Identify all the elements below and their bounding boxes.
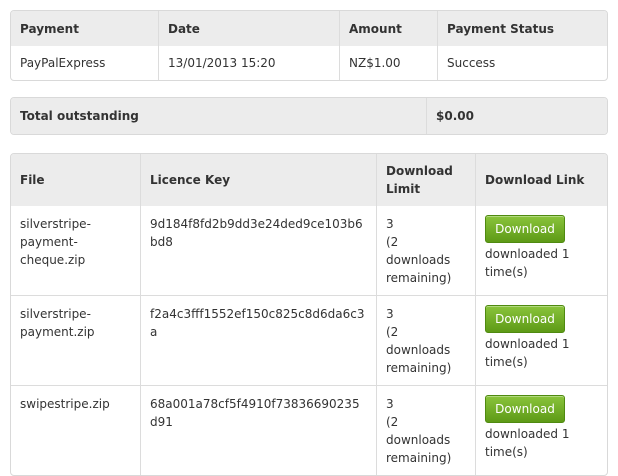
download-limit-count: 3 <box>386 397 394 411</box>
file-name: silverstripe-payment-cheque.zip <box>11 206 141 296</box>
downloads-header-row: File Licence Key Download Limit Download… <box>11 154 607 206</box>
payment-status-column-header: Payment Status <box>438 11 607 46</box>
payment-row: PayPalExpress 13/01/2013 15:20 NZ$1.00 S… <box>11 46 607 80</box>
licence-key: 68a001a78cf5f4910f73836690235d91 <box>141 386 377 475</box>
downloads-table: File Licence Key Download Limit Download… <box>10 153 608 476</box>
download-limit-count: 3 <box>386 217 394 231</box>
download-row: swipestripe.zip 68a001a78cf5f4910f738366… <box>11 386 607 475</box>
payment-header-row: Payment Date Amount Payment Status <box>11 11 607 46</box>
total-outstanding-label: Total outstanding <box>11 98 427 134</box>
download-limit: 3 (2 downloads remaining) <box>377 296 476 386</box>
file-name: swipestripe.zip <box>11 386 141 475</box>
total-outstanding-table: Total outstanding $0.00 <box>10 97 608 135</box>
download-link: Download downloaded 1 time(s) <box>476 206 607 296</box>
total-outstanding-value: $0.00 <box>427 98 607 134</box>
file-name: silverstripe-payment.zip <box>11 296 141 386</box>
payment-amount: NZ$1.00 <box>340 46 438 80</box>
download-row: silverstripe-payment.zip f2a4c3fff1552ef… <box>11 296 607 386</box>
licence-key: 9d184f8fd2b9dd3e24ded9ce103b6bd8 <box>141 206 377 296</box>
payment-method: PayPalExpress <box>11 46 159 80</box>
download-limit-count: 3 <box>386 307 394 321</box>
download-button[interactable]: Download <box>485 395 565 423</box>
download-count: downloaded 1 time(s) <box>485 247 570 279</box>
download-link-column-header: Download Link <box>476 154 607 206</box>
total-outstanding-row: Total outstanding $0.00 <box>11 98 607 134</box>
download-limit: 3 (2 downloads remaining) <box>377 386 476 475</box>
payment-status: Success <box>447 56 496 70</box>
amount-column-header: Amount <box>340 11 438 46</box>
payment-column-header: Payment <box>11 11 159 46</box>
payment-date: 13/01/2013 15:20 <box>159 46 340 80</box>
payment-table: Payment Date Amount Payment Status PayPa… <box>10 10 608 81</box>
download-count: downloaded 1 time(s) <box>485 337 570 369</box>
download-row: silverstripe-payment-cheque.zip 9d184f8f… <box>11 206 607 296</box>
download-button[interactable]: Download <box>485 305 565 333</box>
licence-key: f2a4c3fff1552ef150c825c8d6da6c3a <box>141 296 377 386</box>
date-column-header: Date <box>159 11 340 46</box>
download-limit-column-header: Download Limit <box>377 154 476 206</box>
download-count: downloaded 1 time(s) <box>485 427 570 459</box>
download-link: Download downloaded 1 time(s) <box>476 386 607 475</box>
downloads-remaining: (2 downloads remaining) <box>386 235 452 285</box>
licence-key-column-header: Licence Key <box>141 154 377 206</box>
download-limit: 3 (2 downloads remaining) <box>377 206 476 296</box>
downloads-remaining: (2 downloads remaining) <box>386 415 452 465</box>
download-button[interactable]: Download <box>485 215 565 243</box>
download-link: Download downloaded 1 time(s) <box>476 296 607 386</box>
file-column-header: File <box>11 154 141 206</box>
downloads-remaining: (2 downloads remaining) <box>386 325 452 375</box>
